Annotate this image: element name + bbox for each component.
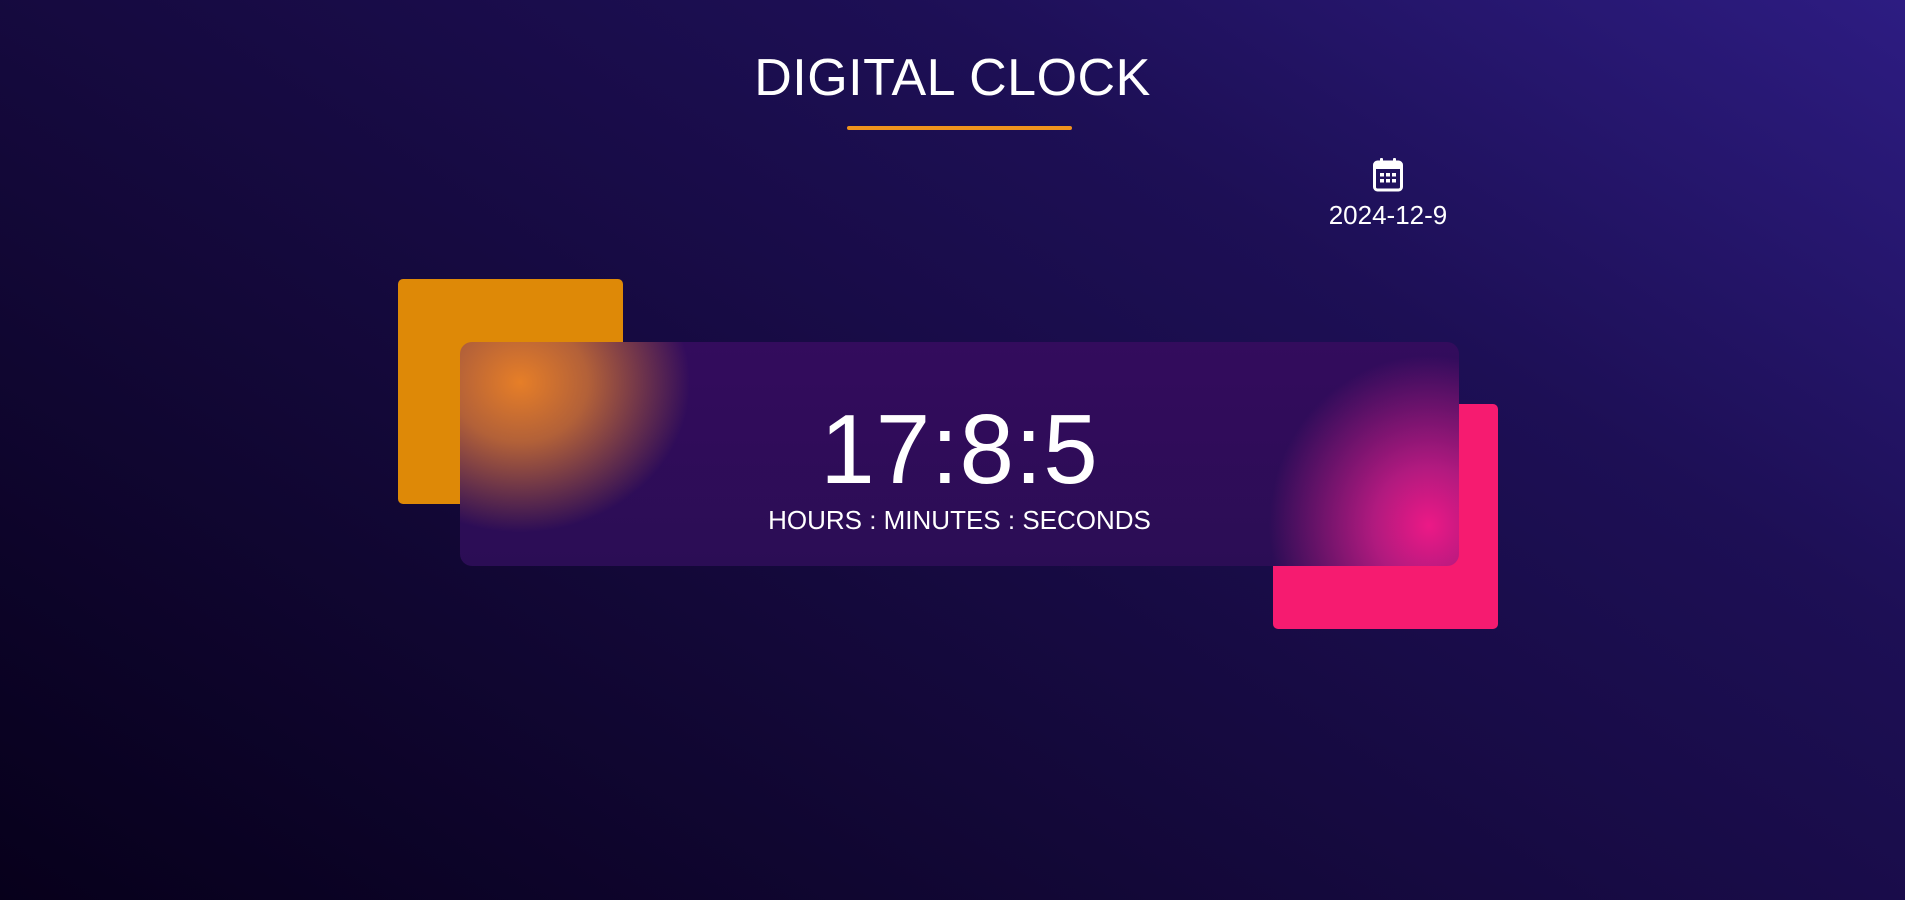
date-text: 2024-12-9 [1328,200,1448,230]
clock-units-label: HOURS : MINUTES : SECONDS [768,505,1151,535]
date-widget: 2024-12-9 [1321,158,1455,231]
clock-card: 17:8:5 HOURS : MINUTES : SECONDS [460,342,1459,566]
clock-time: 17:8:5 [820,394,1099,504]
title-underline [847,126,1072,130]
page-title: DIGITAL CLOCK [754,49,1151,107]
calendar-icon [1373,158,1403,192]
